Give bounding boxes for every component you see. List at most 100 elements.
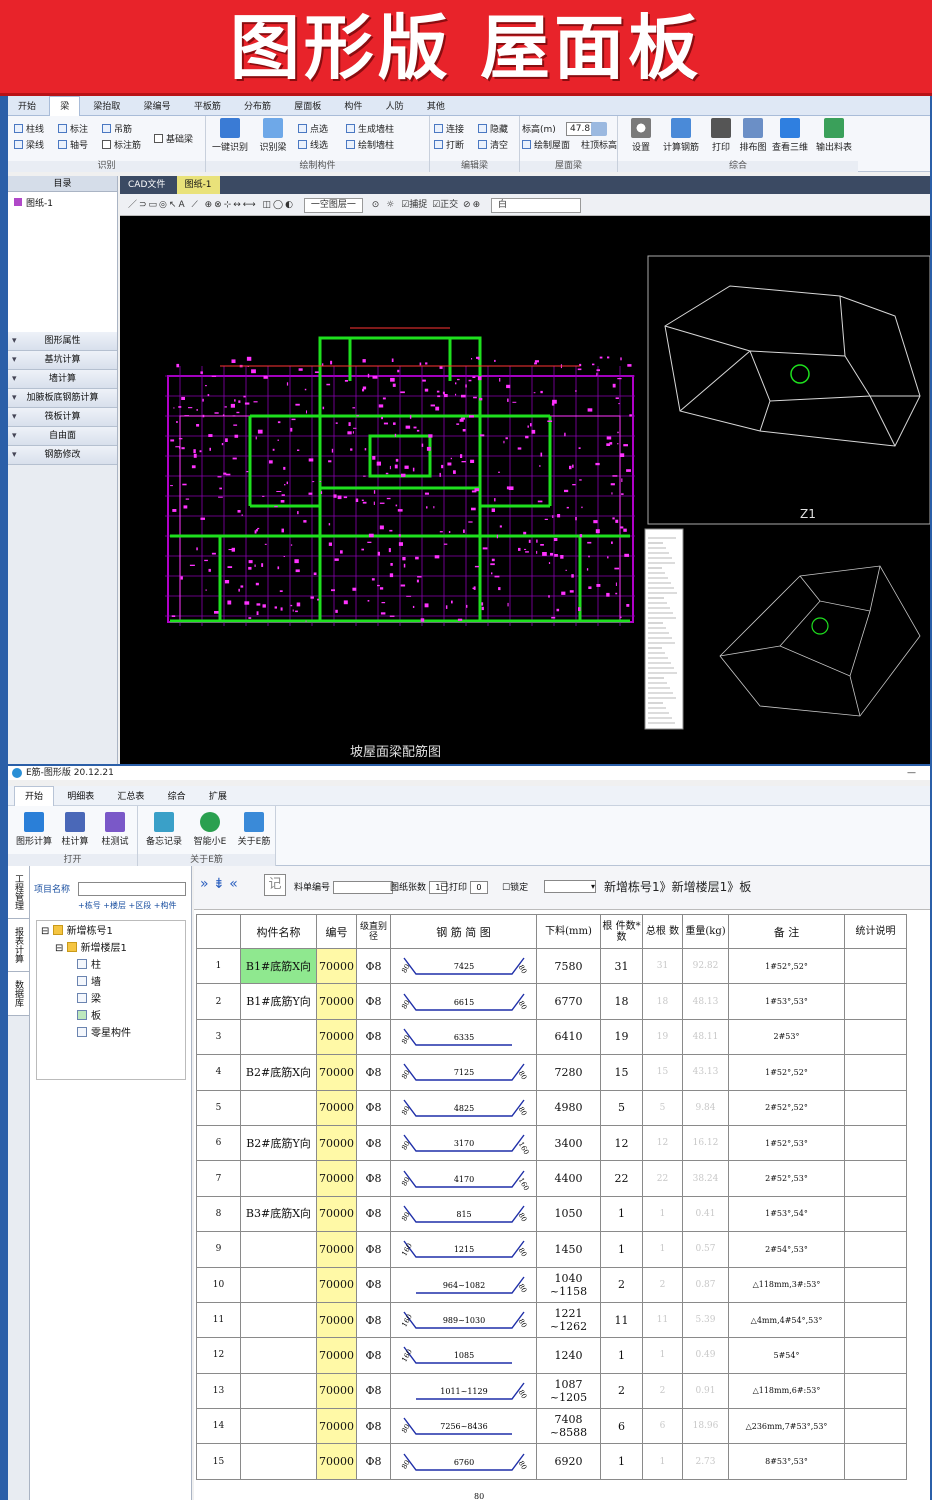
section-rebar-edit[interactable]: 钢筋修改 [8, 446, 117, 465]
connect-tool[interactable]: 连接 [434, 124, 464, 136]
tab-drawing-1[interactable]: 图纸-1 [176, 176, 220, 194]
menu-beam-extract[interactable]: 梁抬取 [83, 97, 130, 117]
hanger-rebar-tool[interactable]: 吊筋 [102, 124, 132, 136]
export-list-button[interactable]: 输出料表 [812, 118, 856, 153]
clear-tool[interactable]: 清空 [478, 140, 508, 152]
menu-distribution-rebar[interactable]: 分布筋 [234, 97, 281, 117]
cut-length: 1040 ~1158 [536, 1266, 601, 1303]
menu-summary-table[interactable]: 汇总表 [107, 787, 154, 807]
annotate-rebar-check[interactable]: 标注筋 [102, 140, 141, 152]
lock-select[interactable]: ▾ [544, 880, 596, 893]
table-row[interactable]: 10 70000 Φ8 964~1082 80 1040 ~1158 2 2 0.87 △118mm… [196, 1266, 907, 1303]
menu-combo[interactable]: 综合 [158, 787, 196, 807]
printed-field[interactable]: 已打印 0 [440, 880, 488, 894]
ortho-check[interactable]: ☑正交 [432, 200, 458, 210]
tree-building[interactable]: ⊟ 新增栋号1 [41, 923, 181, 940]
menu-slab-rebar[interactable]: 平板筋 [184, 97, 231, 117]
table-row[interactable]: 5 70000 Φ8 4825 80 80 4980 5 5 9.84 2#52°,52° [196, 1089, 907, 1126]
tab-cad-file[interactable]: CAD文件 [120, 176, 173, 194]
column-test-button[interactable]: 柱测试 [96, 812, 134, 847]
section-haunch-calc[interactable]: 加腋板底钢筋计算 [8, 389, 117, 408]
menu-beam-number[interactable]: 梁编号 [134, 97, 181, 117]
vtab-database[interactable]: 数据库 [8, 972, 29, 1016]
color-select[interactable]: 白 [491, 198, 582, 213]
table-row[interactable]: 4 B2#底筋X向 70000 Φ8 7125 80 80 7280 15 15 43.13 1#52… [196, 1054, 907, 1091]
snap-check[interactable]: ☑捕捉 [401, 200, 427, 210]
menu-component[interactable]: 构件 [334, 97, 372, 117]
tree-wall[interactable]: 墙 [41, 974, 181, 991]
column-top-elevation-button[interactable]: 柱顶标高 [580, 122, 618, 151]
section-raft-calc[interactable]: 筏板计算 [8, 408, 117, 427]
table-row[interactable]: 2 B1#底筋Y向 70000 Φ8 6615 80 80 6770 18 18 48.13 1#53… [196, 983, 907, 1020]
axis-number-tool[interactable]: 轴号 [58, 140, 88, 152]
tree-floor[interactable]: ⊟ 新增楼层1 [41, 940, 181, 957]
table-row[interactable]: 6 B2#底筋Y向 70000 Φ8 3170 80 160 3400 12 12 16.12 1#5… [196, 1124, 907, 1162]
annotate-tool[interactable]: 标注 [58, 124, 88, 136]
section-graphic-props[interactable]: 图形属性 [8, 332, 117, 351]
column-calc-button[interactable]: 柱计算 [56, 812, 94, 847]
menu-roof-slab[interactable]: 屋面板 [284, 97, 331, 117]
break-tool[interactable]: 打断 [434, 140, 464, 152]
draw-tools-icons[interactable]: ／⊃▭◎↖A ⟋ ⊕⊗⊹↔⟷ ◫◯◐ [128, 200, 295, 210]
tree-column[interactable]: 柱 [41, 957, 181, 974]
section-free-surface[interactable]: 自由面 [8, 427, 117, 446]
vtab-report[interactable]: 报表计算 [8, 919, 29, 972]
draw-roof-tool[interactable]: 绘制屋面 [522, 140, 570, 152]
about-button[interactable]: 关于E筋 [232, 812, 276, 847]
cad-canvas[interactable]: 坡屋面梁配筋图 Z1 [120, 216, 930, 764]
line-select-tool[interactable]: 线选 [298, 140, 328, 152]
beam-line-tool[interactable]: 梁线 [14, 140, 44, 152]
table-row[interactable]: 13 70000 Φ8 1011~1129 80 1087 ~1205 2 2 0.91 △118m… [196, 1372, 907, 1410]
section-wall-calc[interactable]: 墙计算 [8, 370, 117, 389]
smart-e-button[interactable]: 智能小E [188, 812, 232, 847]
light-icons[interactable]: ⊙ ☼ [372, 200, 396, 210]
generate-wall-column-tool[interactable]: 生成墙柱 [346, 124, 394, 136]
one-key-recognize-button[interactable]: 一键识别 [208, 118, 252, 153]
table-row[interactable]: 3 70000 Φ8 6335 80 6410 19 19 48.11 2#53° [196, 1018, 907, 1056]
nav-arrows-icon[interactable]: » ⇟ « [200, 876, 238, 892]
calc-rebar-button[interactable]: 计算钢筋 [658, 118, 704, 153]
point-select-tool[interactable]: 点选 [298, 124, 328, 136]
foundation-beam-check[interactable]: 基础梁 [154, 134, 193, 146]
layer-select[interactable]: 一空图层一 [303, 198, 363, 213]
vtab-project[interactable]: 工程管理 [8, 866, 29, 919]
menu-start[interactable]: 开始 [8, 97, 46, 117]
record-button[interactable]: 记 [264, 874, 286, 896]
tree-item-drawing[interactable]: 图纸-1 [12, 196, 113, 209]
project-add-links[interactable]: +栋号 +楼层 +区段 +构件 [78, 900, 176, 911]
menu-start[interactable]: 开始 [14, 786, 55, 807]
table-row[interactable]: 14 70000 Φ8 7256~8436 80 7408 ~8588 6 6 18.96 △236… [196, 1408, 907, 1445]
project-name-input[interactable] [78, 882, 186, 896]
menu-other[interactable]: 其他 [417, 97, 455, 117]
table-row[interactable]: 7 70000 Φ8 4170 80 160 4400 22 22 38.24 2#52°,53° [196, 1160, 907, 1197]
print-count-field[interactable]: 图纸张数 1 [390, 880, 447, 894]
col-line-tool[interactable]: 柱线 [14, 124, 44, 136]
menu-civil-defense[interactable]: 人防 [376, 97, 414, 117]
material-no-field[interactable]: 料单编号 [294, 880, 393, 894]
tree-slab[interactable]: 板 [41, 1008, 181, 1025]
table-row[interactable]: 9 70000 Φ8 1215 160 80 1450 1 1 0.57 2#54°,53° [196, 1231, 907, 1268]
pan-icons[interactable]: ⊘⊕ [463, 200, 482, 210]
layout-button[interactable]: 排布图 [734, 118, 772, 153]
hide-tool[interactable]: 隐藏 [478, 124, 508, 136]
memo-button[interactable]: 备忘记录 [142, 812, 186, 847]
table-row[interactable]: 8 B3#底筋X向 70000 Φ8 815 80 80 1050 1 1 0.41 1#53°,54… [196, 1195, 907, 1233]
table-row[interactable]: 11 70000 Φ8 989~1030 160 80 1221 ~1262 11 11 5.39 △… [196, 1301, 907, 1339]
table-row[interactable]: 15 70000 Φ8 6760 80 80 6920 1 1 2.73 8#53°,53° [196, 1443, 907, 1480]
tree-misc[interactable]: 零星构件 [41, 1025, 181, 1042]
cut-length: 6920 [536, 1443, 601, 1480]
section-pit-calc[interactable]: 基坑计算 [8, 351, 117, 370]
minimize-icon[interactable]: — [907, 766, 916, 780]
table-row[interactable]: 1 B1#底筋X向 70000 Φ8 7425 80 80 7580 31 31 92.82 1#52… [196, 947, 907, 985]
graphic-calc-button[interactable]: 图形计算 [12, 812, 56, 847]
menu-beam[interactable]: 梁 [49, 96, 81, 117]
recognize-beam-button[interactable]: 识别梁 [254, 118, 292, 153]
table-row[interactable]: 12 70000 Φ8 1085 160 1240 1 1 0.49 5#54° [196, 1337, 907, 1374]
lock-check[interactable]: ☐锁定 [502, 880, 528, 893]
menu-extend[interactable]: 扩展 [199, 787, 237, 807]
view-3d-button[interactable]: 查看三维 [768, 118, 812, 153]
draw-wall-column-tool[interactable]: 绘制墙柱 [346, 140, 394, 152]
settings-button[interactable]: 设置 [622, 118, 660, 153]
menu-detail-table[interactable]: 明细表 [57, 787, 104, 807]
tree-beam[interactable]: 梁 [41, 991, 181, 1008]
